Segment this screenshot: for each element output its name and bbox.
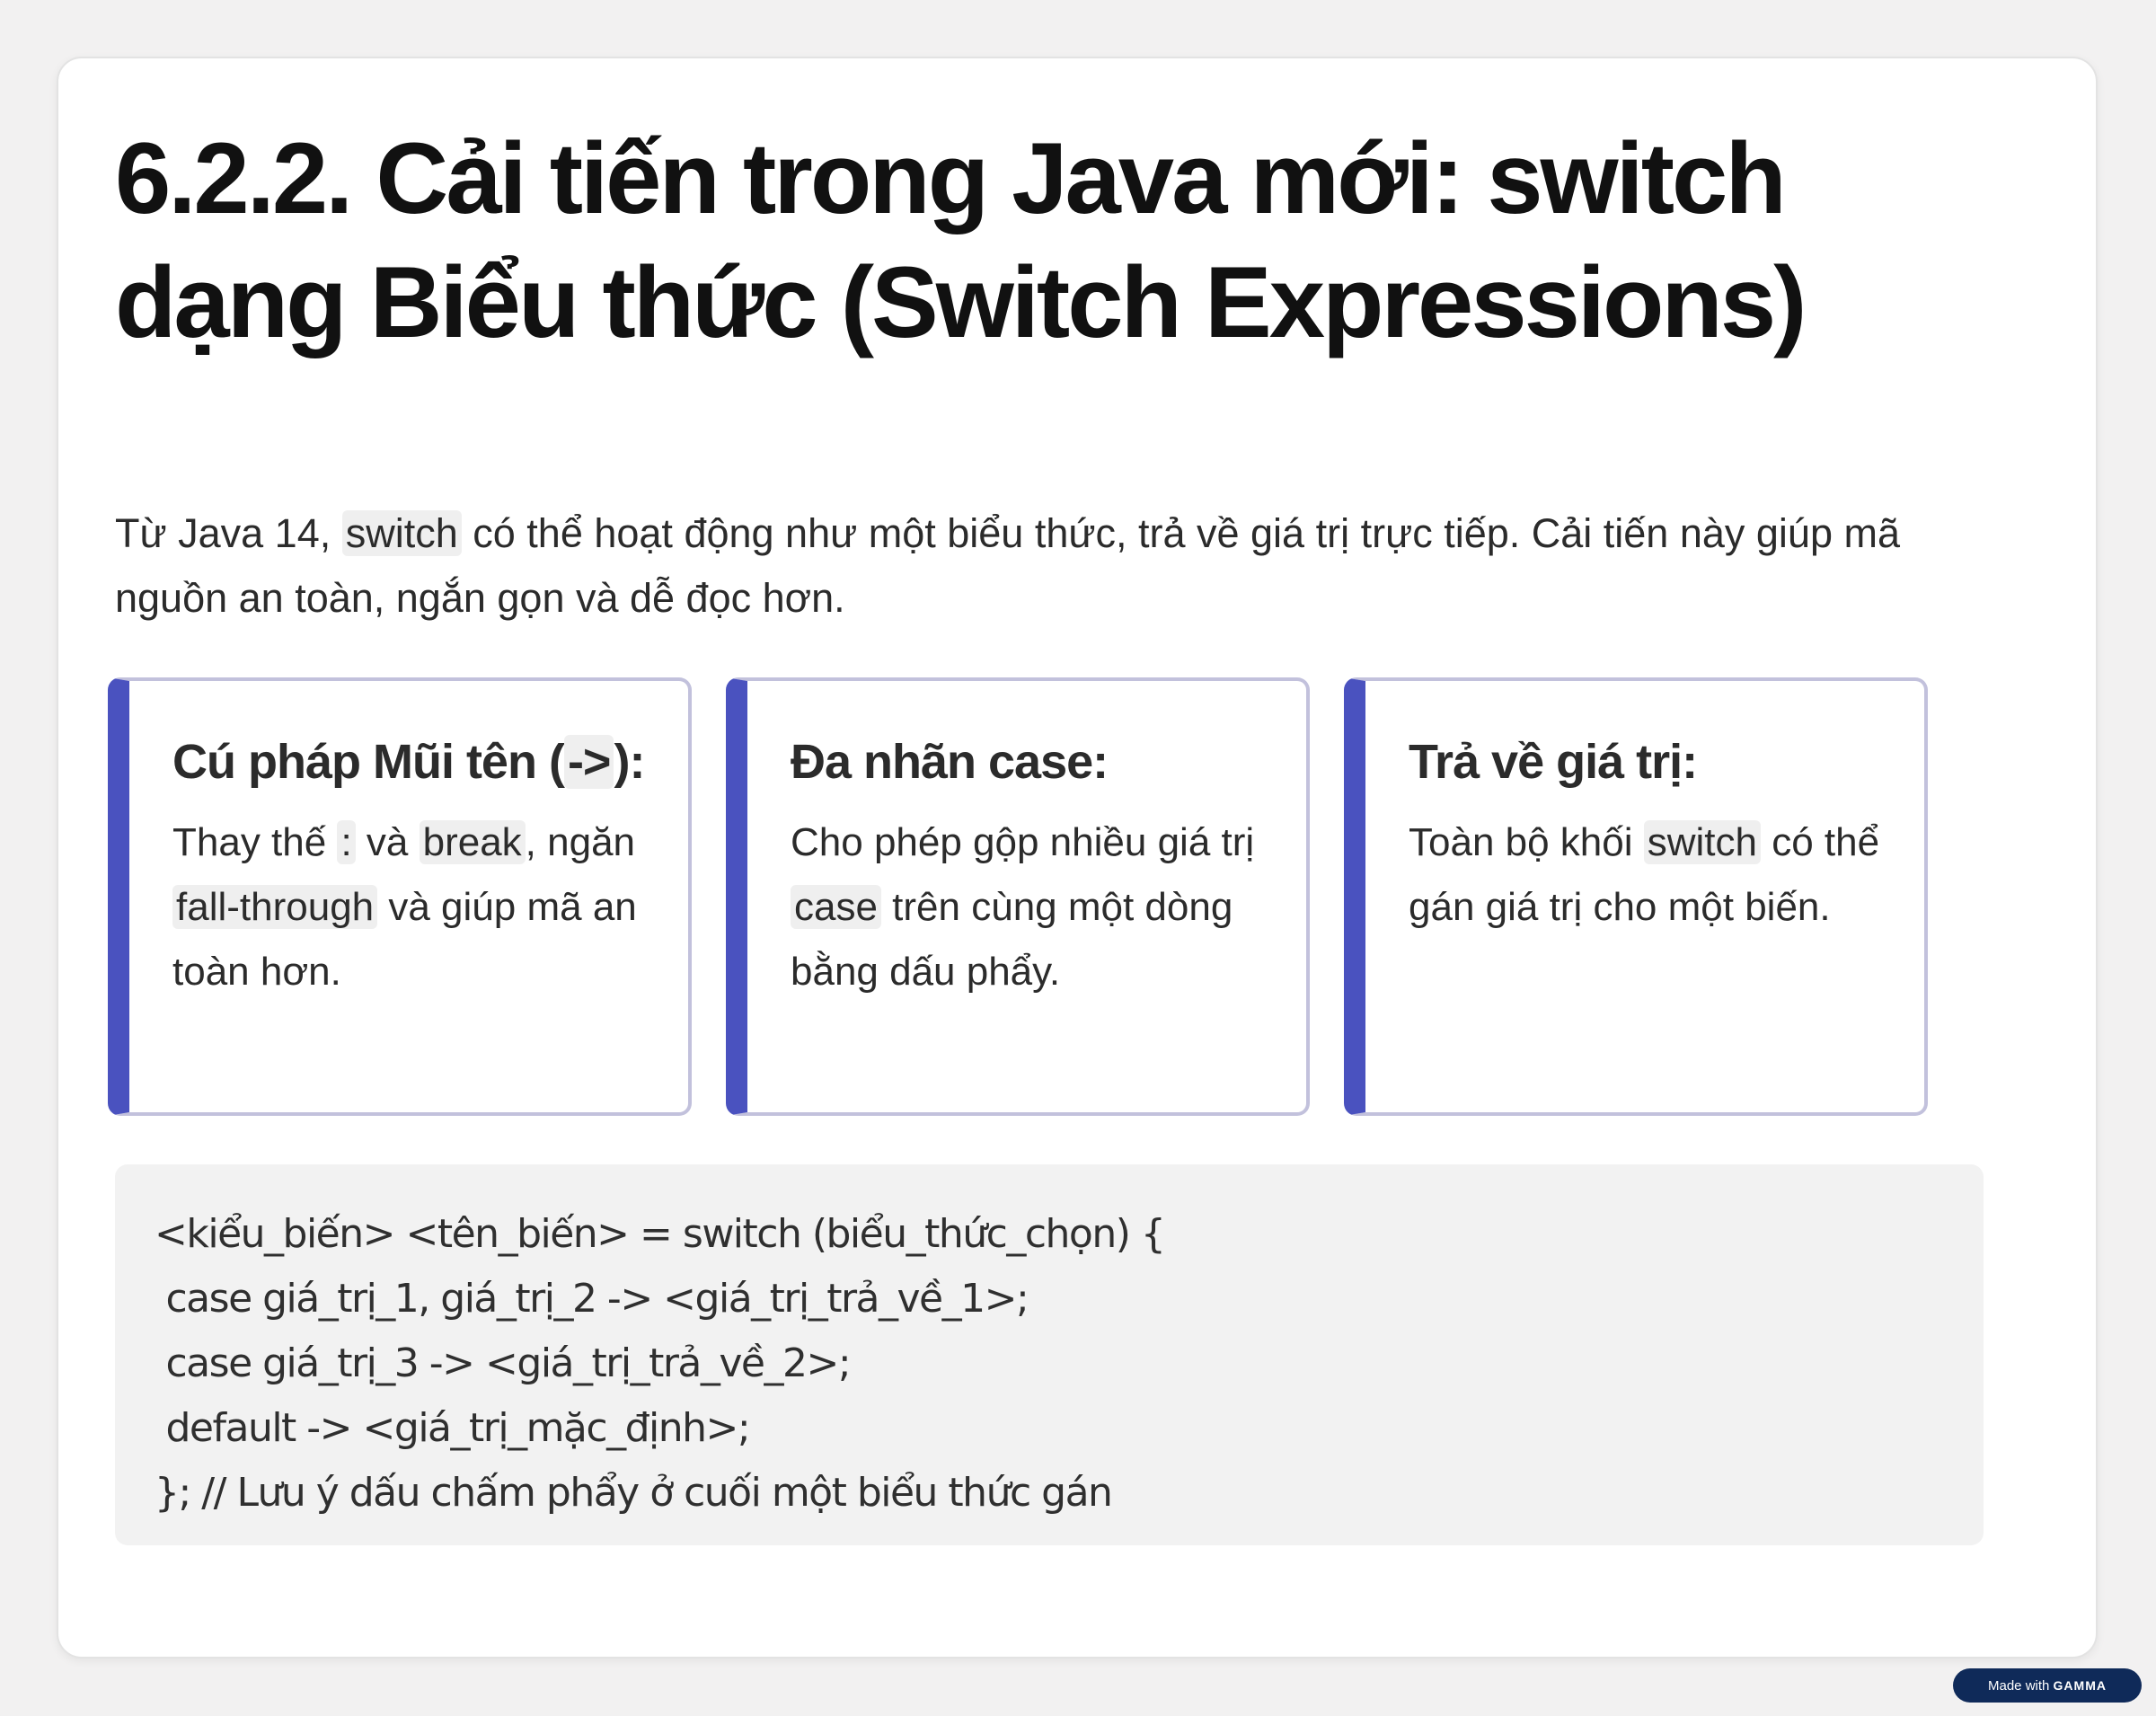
intro-text-prefix: Từ Java 14, <box>115 510 342 556</box>
feature-card-description: Cho phép gộp nhiều giá trị case trên cùn… <box>791 810 1270 1004</box>
desc-inline-code-switch: switch <box>1643 820 1761 864</box>
desc-inline-code-fall-through: fall-through <box>172 885 378 929</box>
code-line: <kiểu_biến> <tên_biến> = switch (biểu_th… <box>155 1211 1166 1257</box>
code-block: <kiểu_biến> <tên_biến> = switch (biểu_th… <box>115 1164 1984 1545</box>
desc-text: , ngăn <box>525 820 636 864</box>
feature-card-title: Trả về giá trị: <box>1409 735 1698 789</box>
desc-text: Toàn bộ khối <box>1409 820 1644 864</box>
feature-title-text: Cú pháp Mũi tên ( <box>172 735 565 789</box>
gamma-logo: GAMMA <box>2053 1678 2107 1693</box>
feature-card-title: Đa nhãn case: <box>791 735 1109 789</box>
slide-title: 6.2.2. Cải tiến trong Java mới: switch d… <box>115 122 1807 358</box>
intro-paragraph: Từ Java 14, switch có thể hoạt động như … <box>115 501 1993 631</box>
desc-inline-code-case: case <box>791 885 881 929</box>
feature-card-multi-label: Đa nhãn case: Cho phép gộp nhiều giá trị… <box>726 677 1310 1116</box>
code-line: default -> <giá_trị_mặc_định>; <box>155 1405 750 1451</box>
feature-title-inline-code: -> <box>563 735 614 789</box>
made-with-gamma-badge[interactable]: Made with GAMMA <box>1953 1668 2142 1703</box>
badge-text: Made with <box>1988 1678 2050 1694</box>
code-line: case giá_trị_1, giá_trị_2 -> <giá_trị_tr… <box>155 1276 1029 1322</box>
intro-inline-code: switch <box>341 510 462 556</box>
feature-card-return-value: Trả về giá trị: Toàn bộ khối switch có t… <box>1344 677 1928 1116</box>
feature-card-description: Thay thế : và break, ngăn fall-through v… <box>172 810 652 1004</box>
feature-card-description: Toàn bộ khối switch có thể gán giá trị c… <box>1409 810 1888 940</box>
desc-text: Thay thế <box>172 820 338 864</box>
feature-card-arrow-syntax: Cú pháp Mũi tên (->): Thay thế : và brea… <box>108 677 692 1116</box>
desc-text: Cho phép gộp nhiều giá trị <box>791 820 1255 864</box>
desc-inline-code-colon: : <box>337 820 356 864</box>
desc-text: và <box>355 820 420 864</box>
code-line: case giá_trị_3 -> <giá_trị_trả_về_2>; <box>155 1340 851 1386</box>
feature-card-title: Cú pháp Mũi tên (->): <box>172 728 652 796</box>
code-line: }; // Lưu ý dấu chấm phẩy ở cuối một biể… <box>155 1470 1113 1516</box>
feature-title-text-end: ): <box>614 735 645 789</box>
desc-inline-code-break: break <box>419 820 526 864</box>
